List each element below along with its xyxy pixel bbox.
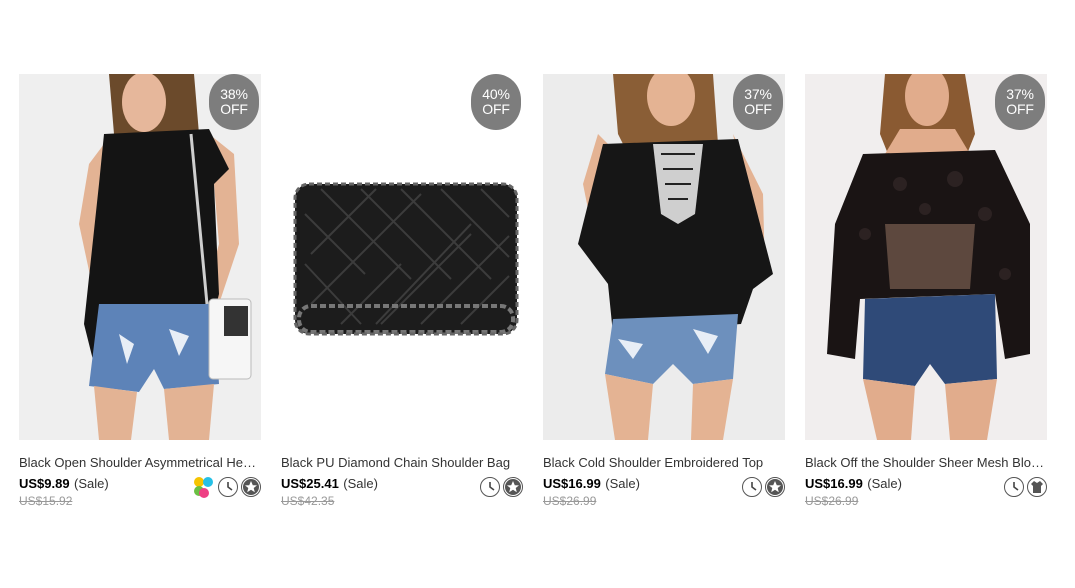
product-card: 37% OFF Black Off the Shoulder Sheer Mes… (805, 74, 1047, 508)
price-row: US$16.99 (Sale) US$26.99 (805, 475, 1047, 508)
product-actions (480, 477, 523, 497)
discount-label: OFF (220, 101, 248, 117)
product-image[interactable]: 40% OFF (281, 74, 523, 440)
clock-icon[interactable] (480, 477, 500, 497)
clock-icon[interactable] (218, 477, 238, 497)
color-swatch-icon[interactable] (193, 477, 215, 499)
product-image[interactable]: 38% OFF (19, 74, 261, 440)
product-image[interactable]: 37% OFF (805, 74, 1047, 440)
price-row: US$9.89 (Sale) US$15.92 (19, 475, 261, 508)
discount-label: OFF (482, 101, 510, 117)
price-row: US$16.99 (Sale) US$26.99 (543, 475, 785, 508)
sale-price: US$16.99 (805, 476, 863, 491)
product-card: 37% OFF Black Cold Shoulder Embroidered … (543, 74, 785, 508)
discount-badge: 37% OFF (995, 74, 1045, 130)
product-actions (1004, 477, 1047, 497)
product-title[interactable]: Black Cold Shoulder Embroidered Top (543, 454, 785, 471)
sale-label: (Sale) (74, 476, 109, 491)
discount-badge: 38% OFF (209, 74, 259, 130)
product-grid: 38% OFF Black Open Shoulder Asymmetrical… (19, 74, 1059, 524)
product-title[interactable]: Black Off the Shoulder Sheer Mesh Blouse (805, 454, 1047, 471)
discount-label: OFF (744, 101, 772, 117)
discount-label: OFF (1006, 101, 1034, 117)
product-card: 40% OFF Black PU Diamond Chain Shoulder … (281, 74, 523, 508)
product-title[interactable]: Black PU Diamond Chain Shoulder Bag (281, 454, 523, 471)
discount-percent: 40% (482, 86, 510, 102)
tshirt-icon[interactable] (1027, 477, 1047, 497)
discount-badge: 40% OFF (471, 74, 521, 130)
price-row: US$25.41 (Sale) US$42.35 (281, 475, 523, 508)
sale-price: US$16.99 (543, 476, 601, 491)
product-card: 38% OFF Black Open Shoulder Asymmetrical… (19, 74, 261, 508)
star-icon[interactable] (503, 477, 523, 497)
discount-percent: 38% (220, 86, 248, 102)
star-icon[interactable] (765, 477, 785, 497)
sale-price: US$9.89 (19, 476, 70, 491)
sale-price: US$25.41 (281, 476, 339, 491)
discount-badge: 37% OFF (733, 74, 783, 130)
discount-percent: 37% (744, 86, 772, 102)
sale-label: (Sale) (343, 476, 378, 491)
product-title[interactable]: Black Open Shoulder Asymmetrical Hem T-.… (19, 454, 261, 471)
discount-percent: 37% (1006, 86, 1034, 102)
sale-label: (Sale) (605, 476, 640, 491)
star-icon[interactable] (241, 477, 261, 497)
product-actions (193, 477, 261, 499)
clock-icon[interactable] (1004, 477, 1024, 497)
clock-icon[interactable] (742, 477, 762, 497)
sale-label: (Sale) (867, 476, 902, 491)
product-image[interactable]: 37% OFF (543, 74, 785, 440)
product-actions (742, 477, 785, 497)
